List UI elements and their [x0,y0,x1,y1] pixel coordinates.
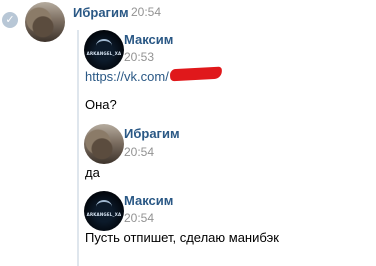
author-name[interactable]: Максим [124,32,173,47]
author-name[interactable]: Ибрагим [73,5,129,20]
avatar-logo-text: ARKANGEL_XA [86,50,122,56]
author-name[interactable]: Максим [124,193,173,208]
message-text: да [85,165,100,180]
avatar-maksim[interactable]: ARKANGEL_XA [84,30,124,70]
author-name[interactable]: Ибрагим [124,126,180,141]
redaction-mark [169,66,223,82]
avatar-maksim[interactable]: ARKANGEL_XA [84,191,124,231]
message-text: Пусть отпишет, сделаю манибэк [85,230,279,245]
message-link[interactable]: https://vk.com/ [85,69,169,84]
message-time[interactable]: 20:54 [124,145,154,159]
message-time[interactable]: 20:54 [124,211,154,225]
check-icon: ✓ [2,12,18,28]
forwarded-separator [77,30,79,266]
message-time[interactable]: 20:54 [131,5,161,19]
avatar-ibragim[interactable] [84,124,124,164]
avatar-ibragim[interactable] [25,2,65,42]
message-time[interactable]: 20:53 [124,50,154,64]
avatar-logo-text: ARKANGEL_XA [86,211,122,217]
message-text: Она? [85,97,117,112]
